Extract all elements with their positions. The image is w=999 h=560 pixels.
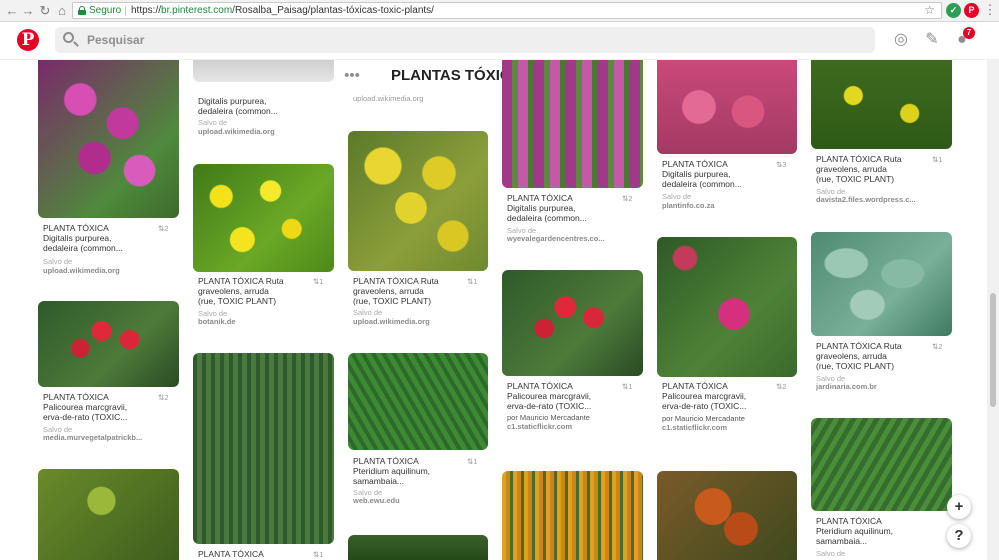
pin-source-link[interactable]: upload.wikimedia.org <box>43 266 120 275</box>
pin-saved-from: Salvo de <box>353 308 383 317</box>
pin-saved-from: Salvo de <box>43 257 73 266</box>
pin-saved-from: Salvo de <box>198 118 228 127</box>
secure-label: Seguro <box>89 5 122 16</box>
reload-icon[interactable]: ↻ <box>37 3 53 19</box>
back-icon[interactable]: ← <box>4 3 20 19</box>
pin-source-link[interactable]: wyevalegardencentres.co... <box>507 234 605 243</box>
pin-title: PLANTA TÓXICA Digitalis purpurea, dedaleir… <box>662 159 742 189</box>
pin-source-link[interactable]: web.ewu.edu <box>353 496 400 505</box>
pin-image[interactable] <box>348 535 488 560</box>
pin-image[interactable] <box>657 237 797 377</box>
pin-title: PLANTA TÓXICA Ruta graveolens, arruda (rue… <box>816 341 902 371</box>
pin-source-link[interactable]: davista2.files.wordpress.c... <box>816 195 916 204</box>
pin-image[interactable] <box>657 471 797 560</box>
pin-image[interactable] <box>348 353 488 450</box>
pin-title: PLANTA TÓXICA Ruta graveolens, arruda (rue… <box>816 154 902 184</box>
pin-source-link[interactable]: botanik.de <box>198 317 236 326</box>
pin-image[interactable] <box>38 301 179 387</box>
pin-repin-count: ⇅1 <box>467 457 478 466</box>
pin-image[interactable] <box>193 353 334 544</box>
explore-compass-icon[interactable]: ◎ <box>891 30 911 50</box>
pin-title: PLANTA TÓXICA <box>198 549 264 559</box>
pinterest-extension-icon[interactable]: P <box>964 3 979 18</box>
pin-title: PLANTA TÓXICA Pteridium aquilinum, samamba… <box>816 516 894 546</box>
pin-source-link[interactable]: c1.staticflickr.com <box>662 423 727 432</box>
pin-image[interactable] <box>502 471 643 560</box>
pin-image[interactable] <box>811 418 952 511</box>
pin-source-link[interactable]: upload.wikimedia.org <box>198 127 275 136</box>
pin-image[interactable] <box>348 131 488 271</box>
pin-repin-count: ⇅1 <box>932 155 943 164</box>
pin-title: PLANTA TÓXICA Pteridium aquilinum, samamba… <box>353 456 431 486</box>
address-bar[interactable]: Seguro https://br.pinterest.com/Rosalba_… <box>72 2 942 19</box>
pin-repin-count: ⇅2 <box>158 224 169 233</box>
help-button[interactable]: ? <box>947 524 971 548</box>
pinterest-header: P Pesquisar ◎ ✎ ● <box>0 22 999 60</box>
page-scrollbar[interactable] <box>987 60 999 560</box>
pin-saved-from: Salvo de <box>662 192 692 201</box>
pin-repin-count: ⇅1 <box>467 277 478 286</box>
pin-image[interactable] <box>811 60 952 149</box>
pin-image[interactable] <box>38 60 179 218</box>
pin-image[interactable] <box>193 60 334 82</box>
search-input[interactable]: Pesquisar <box>55 27 875 53</box>
pin-repin-count: ⇅2 <box>158 393 169 402</box>
pin-repin-count: ⇅1 <box>313 550 324 559</box>
menu-icon[interactable]: ⋮ <box>982 2 998 18</box>
more-options-icon[interactable]: ••• <box>342 66 362 86</box>
pinterest-logo[interactable]: P <box>17 29 39 51</box>
pin-source-link[interactable]: media.murvegetalpatrickb... <box>43 433 142 442</box>
browser-toolbar: ← → ↻ ⌂ Seguro https://br.pinterest.com/… <box>0 0 999 22</box>
pin-title: PLANTA TÓXICA Ruta graveolens, arruda (rue… <box>353 276 439 306</box>
pin-saved-from: Salvo de <box>816 549 846 558</box>
pin-title: PLANTA TÓXICA Palicourea marcgravii, erva-… <box>662 381 747 411</box>
pin-attribution[interactable]: por Mauricio Mercadante <box>507 413 590 422</box>
scrollbar-thumb[interactable] <box>990 293 996 407</box>
extension-icon[interactable]: ✓ <box>946 3 961 18</box>
lock-icon <box>78 6 86 15</box>
pin-image[interactable] <box>657 60 797 154</box>
home-icon[interactable]: ⌂ <box>54 3 70 19</box>
pin-title: PLANTA TÓXICA Digitalis purpurea, dedaleir… <box>43 223 123 253</box>
bookmark-star-icon[interactable]: ☆ <box>924 3 935 17</box>
add-pin-button[interactable]: + <box>947 495 971 519</box>
pin-source-link[interactable]: c1.staticflickr.com <box>507 422 572 431</box>
pin-title: PLANTA TÓXICA Palicourea marcgravii, erva-… <box>43 392 128 422</box>
pin-repin-count: ⇅2 <box>622 194 633 203</box>
pin-image[interactable] <box>811 232 952 336</box>
pin-image[interactable] <box>502 270 643 376</box>
pin-repin-count: ⇅3 <box>776 160 787 169</box>
notification-badge: 7 <box>963 27 975 39</box>
pin-source-link[interactable]: upload.wikimedia.org <box>353 317 430 326</box>
search-icon <box>63 32 74 43</box>
pin-source-link[interactable]: plantinfo.co.za <box>662 201 715 210</box>
pin-title: PLANTA TÓXICA Ruta graveolens, arruda (rue… <box>198 276 284 306</box>
pin-icon[interactable]: ✎ <box>922 30 942 50</box>
search-placeholder: Pesquisar <box>87 33 145 47</box>
pin-title: PLANTA TÓXICA Palicourea marcgravii, erva-… <box>507 381 592 411</box>
forward-icon[interactable]: → <box>20 3 36 19</box>
pin-source-link[interactable]: jardinaria.com.br <box>816 382 877 391</box>
pin-repin-count: ⇅2 <box>776 382 787 391</box>
pin-title: Digitalis purpurea, dedaleira (common... <box>198 96 278 116</box>
pin-title: PLANTA TÓXICA Digitalis purpurea, dedaleir… <box>507 193 587 223</box>
pin-repin-count: ⇅2 <box>932 342 943 351</box>
pin-image[interactable] <box>193 164 334 272</box>
pin-attribution[interactable]: por Mauricio Mercadante <box>662 414 745 423</box>
url-text[interactable]: https://br.pinterest.com/Rosalba_Paisag/… <box>131 5 434 16</box>
pin-image[interactable] <box>502 60 643 188</box>
pin-image[interactable] <box>38 469 179 560</box>
pin-repin-count: ⇅1 <box>313 277 324 286</box>
pin-repin-count: ⇅1 <box>622 382 633 391</box>
pin-source-link[interactable]: upload.wikimedia.org <box>353 94 423 103</box>
